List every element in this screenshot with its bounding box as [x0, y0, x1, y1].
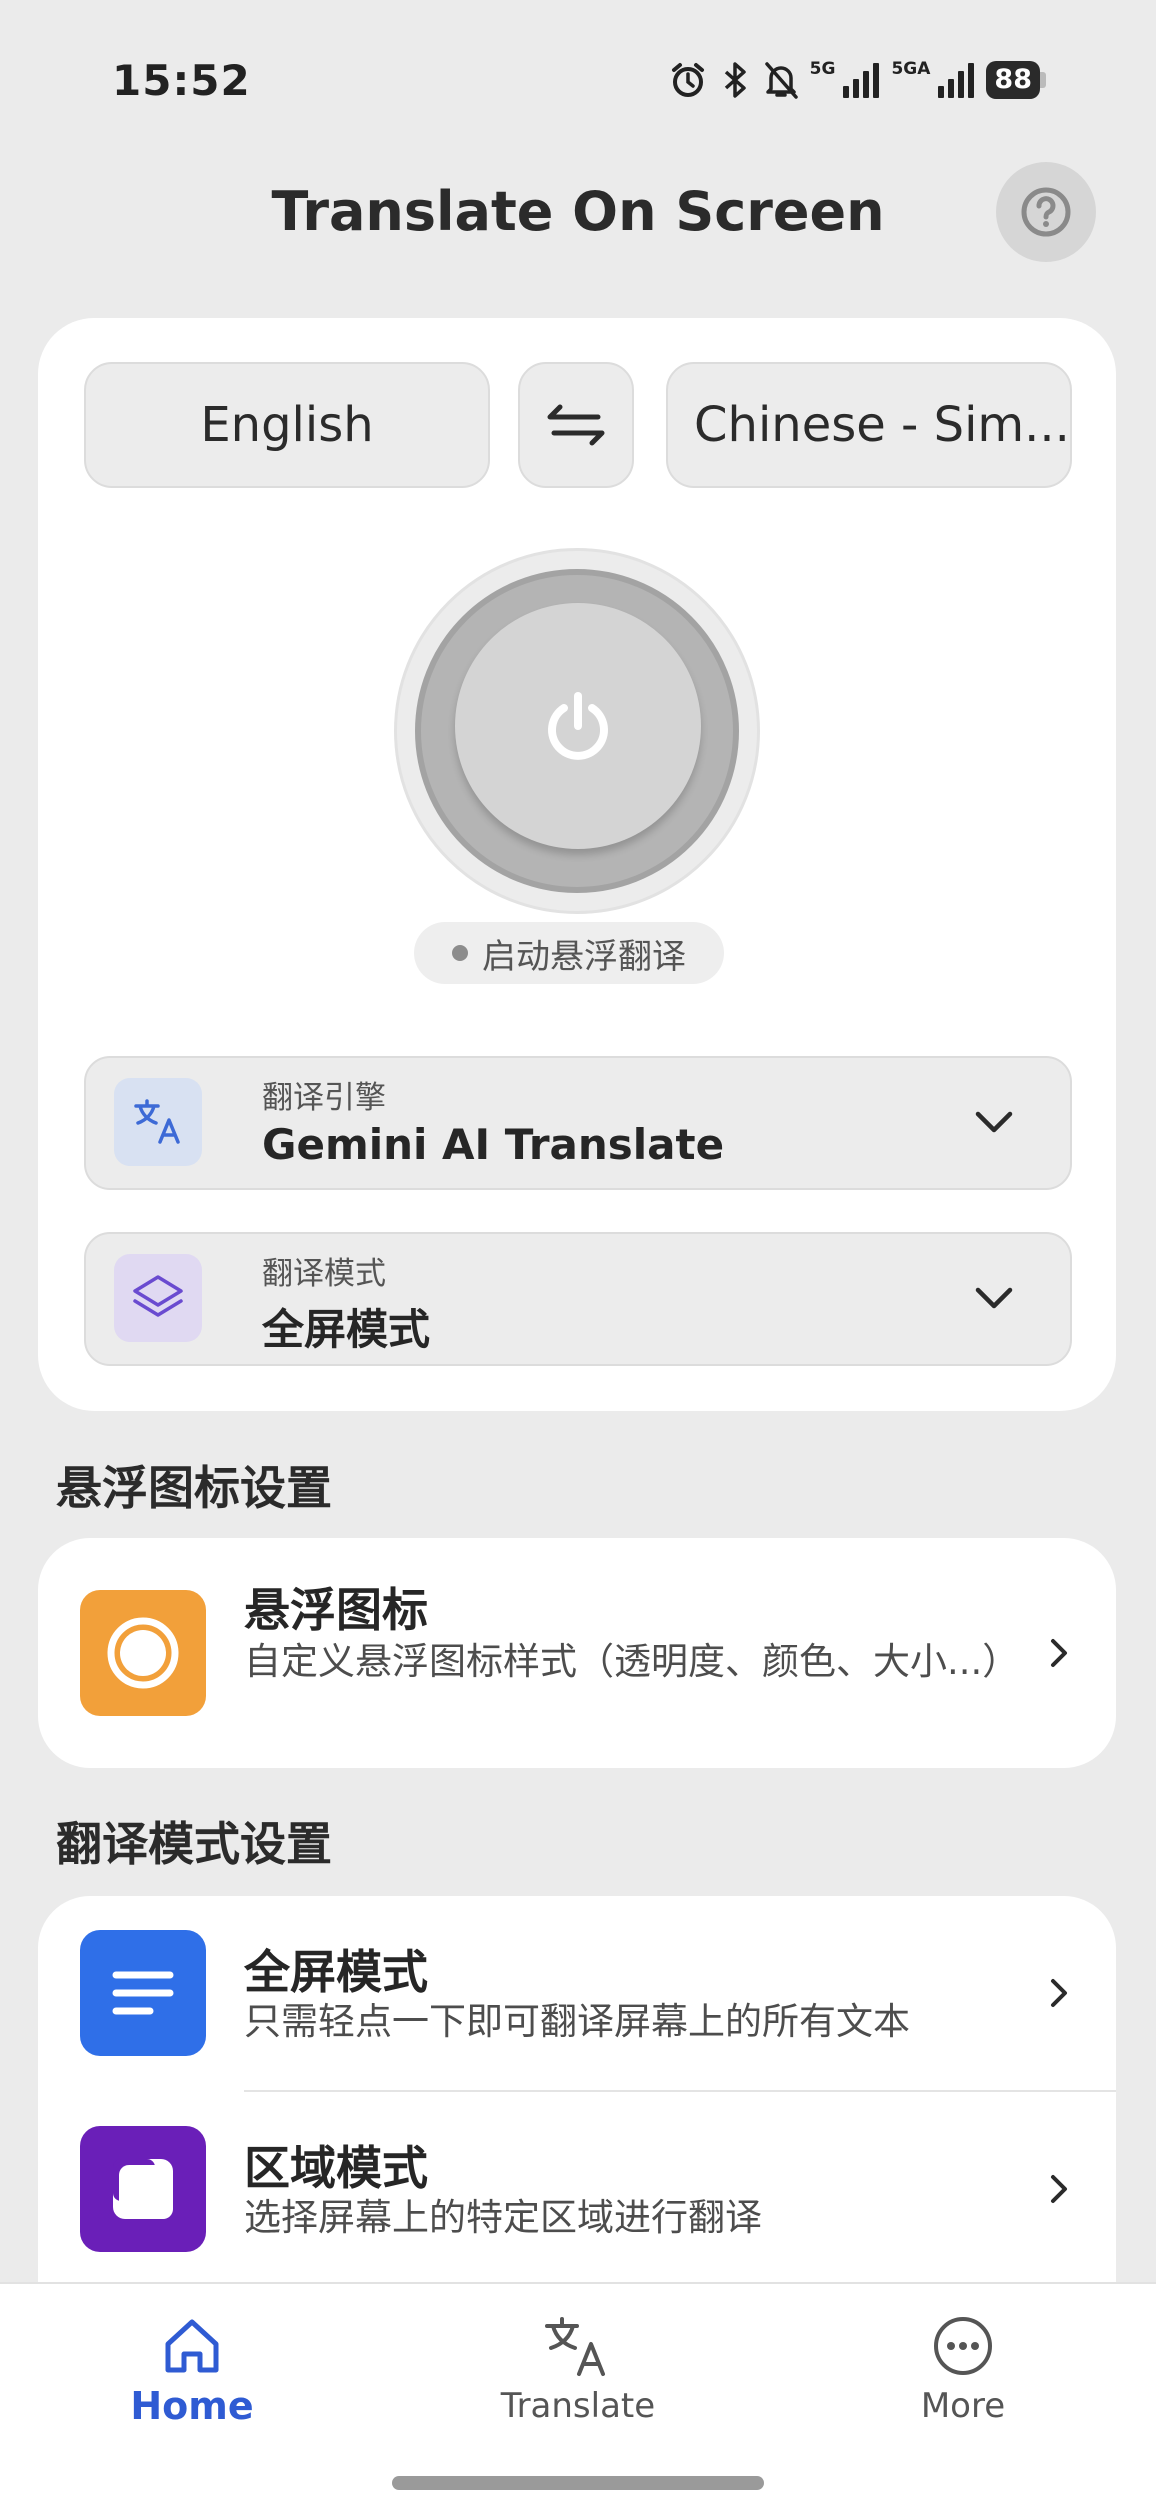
chevron-right-icon	[1051, 1979, 1067, 2007]
help-button[interactable]	[996, 162, 1096, 262]
nav-translate[interactable]: Translate	[448, 2314, 708, 2426]
floating-circle-icon	[107, 1617, 179, 1689]
chevron-down-icon	[975, 1287, 1013, 1309]
chevron-down-icon	[975, 1111, 1013, 1133]
swap-languages-button[interactable]	[518, 362, 634, 488]
region-mode-title: 区域模式	[244, 2141, 428, 2195]
nav-home-label: Home	[130, 2384, 254, 2428]
chevron-right-icon	[1051, 2175, 1067, 2203]
target-language-button[interactable]: Chinese - Sim...	[666, 362, 1072, 488]
floating-icon-box	[80, 1590, 206, 1716]
chevron-right-icon	[1051, 1639, 1067, 1667]
bluetooth-icon	[724, 62, 746, 98]
nav-translate-label: Translate	[500, 2386, 656, 2426]
network-label-1: 5G	[809, 59, 836, 79]
floating-settings-title: 悬浮图标设置	[56, 1461, 332, 1515]
status-text: 启动悬浮翻译	[482, 936, 686, 977]
engine-value: Gemini AI Translate	[262, 1120, 725, 1169]
mode-icon-box	[114, 1254, 202, 1342]
power-button[interactable]	[455, 603, 701, 849]
translation-engine-select[interactable]: 翻译引擎 Gemini AI Translate	[84, 1056, 1072, 1190]
fullscreen-mode-item[interactable]: 全屏模式 只需轻点一下即可翻译屏幕上的所有文本	[38, 1896, 1116, 2090]
status-time: 15:52	[112, 56, 251, 105]
translate-icon	[134, 1099, 180, 1144]
lines-icon	[112, 1971, 174, 2015]
battery-icon: 88	[986, 61, 1046, 99]
mode-label: 翻译模式	[262, 1256, 386, 1292]
battery-level: 88	[986, 61, 1040, 99]
fullscreen-icon-box	[80, 1930, 206, 2056]
floating-icon-desc: 自定义悬浮图标样式（透明度、颜色、大小...）	[244, 1640, 1020, 1683]
mode-settings-title: 翻译模式设置	[56, 1817, 332, 1871]
source-language-button[interactable]: English	[84, 362, 490, 488]
translation-mode-select[interactable]: 翻译模式 全屏模式	[84, 1232, 1072, 1366]
region-mode-desc: 选择屏幕上的特定区域进行翻译	[244, 2196, 762, 2239]
floating-settings-card: 悬浮图标 自定义悬浮图标样式（透明度、颜色、大小...）	[38, 1538, 1116, 1768]
translate-icon	[545, 2317, 605, 2376]
nav-home[interactable]: Home	[62, 2314, 322, 2428]
engine-label: 翻译引擎	[262, 1080, 386, 1116]
page-title: Translate On Screen	[271, 180, 885, 243]
fullscreen-mode-title: 全屏模式	[244, 1945, 428, 1999]
floating-icon-item[interactable]: 悬浮图标 自定义悬浮图标样式（透明度、颜色、大小...）	[38, 1538, 1116, 1768]
nav-more[interactable]: More	[833, 2314, 1093, 2426]
region-icon	[113, 2159, 173, 2219]
fullscreen-mode-desc: 只需轻点一下即可翻译屏幕上的所有文本	[244, 2000, 910, 2043]
floating-icon-title: 悬浮图标	[244, 1583, 428, 1637]
bell-off-icon	[764, 62, 798, 99]
status-bar: 15:52 5G 5GA 88	[0, 0, 1156, 150]
engine-icon-box	[114, 1078, 202, 1166]
signal-icon	[938, 63, 975, 98]
layers-icon	[133, 1275, 183, 1317]
region-icon-box	[80, 2126, 206, 2252]
home-icon	[165, 2319, 219, 2373]
swap-arrows-icon	[547, 404, 605, 446]
home-indicator[interactable]	[392, 2476, 764, 2490]
status-icons: 5G 5GA 88	[668, 56, 1046, 104]
nav-more-label: More	[920, 2386, 1006, 2426]
power-icon	[548, 692, 608, 760]
translation-control-card: English Chinese - Sim... 启动悬浮翻译 翻译引擎 Gem…	[38, 318, 1116, 1411]
signal-icon	[843, 63, 880, 98]
network-label-2: 5GA	[891, 59, 931, 79]
battery-tip	[1040, 72, 1046, 88]
power-button-ring	[415, 569, 739, 893]
floating-translate-status: 启动悬浮翻译	[414, 922, 724, 984]
mode-settings-card: 全屏模式 只需轻点一下即可翻译屏幕上的所有文本 区域模式 选择屏幕上的特定区域进…	[38, 1896, 1116, 2316]
power-button-halo	[394, 548, 760, 914]
status-dot	[452, 945, 468, 961]
more-icon	[934, 2317, 992, 2375]
mode-value: 全屏模式	[262, 1305, 431, 1354]
help-circle-icon	[1021, 187, 1071, 237]
alarm-icon	[671, 63, 704, 97]
